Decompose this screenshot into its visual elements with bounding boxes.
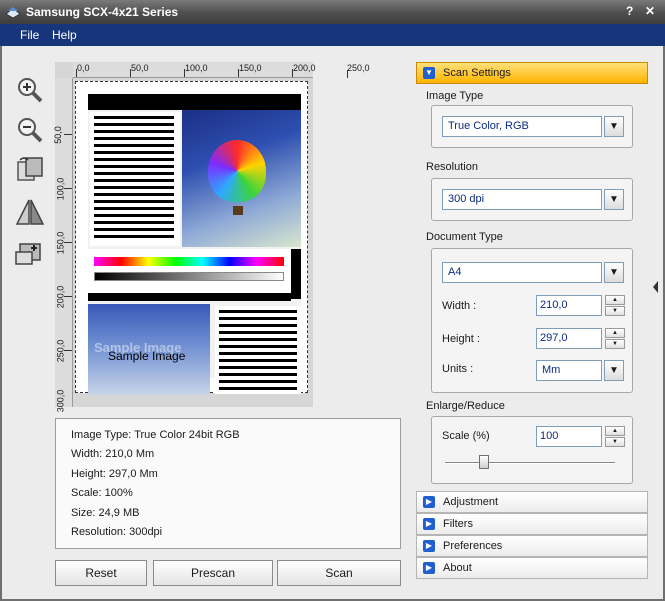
scale-label: Scale (%) — [442, 430, 490, 442]
balloon-photo — [182, 110, 301, 247]
ruler-label: 100,0 — [55, 177, 66, 201]
info-scale: Scale: 100% — [71, 487, 133, 499]
info-resolution: Resolution: 300dpi — [71, 526, 163, 538]
chevron-right-icon: ▶ — [423, 540, 435, 552]
ruler-label: 150,0 — [55, 231, 66, 255]
width-label: Width : — [442, 300, 477, 312]
close-button[interactable]: ✕ — [645, 4, 655, 18]
chevron-right-icon: ▶ — [423, 518, 435, 530]
zoom-out-icon[interactable] — [14, 114, 46, 146]
chevron-down-icon[interactable]: ▼ — [604, 116, 624, 137]
document-type-label: Document Type — [426, 231, 503, 243]
height-down-button[interactable]: ▼ — [605, 339, 625, 349]
scan-page[interactable]: Sample Image Sample Image — [75, 81, 308, 395]
ruler-label: 150,0 — [239, 63, 262, 73]
resolution-select[interactable]: 300 dpi — [442, 189, 602, 210]
color-bars — [88, 249, 301, 293]
flip-icon[interactable] — [14, 196, 46, 228]
ruler-label: 250,0 — [347, 63, 370, 73]
ruler-label: 100,0 — [185, 63, 208, 73]
height-input[interactable]: 297,0 — [536, 328, 602, 349]
settings-panel: ▼ Scan Settings Image Type True Color, R… — [416, 62, 648, 580]
document-type-select[interactable]: A4 — [442, 262, 602, 283]
enlarge-reduce-label: Enlarge/Reduce — [426, 400, 505, 412]
info-height: Height: 297,0 Mm — [71, 468, 158, 480]
scale-slider-track[interactable] — [445, 462, 615, 464]
preferences-section[interactable]: ▶ Preferences — [416, 535, 648, 557]
ruler-label: 200,0 — [293, 63, 316, 73]
ruler-label: 0,0 — [77, 63, 90, 73]
main-area: 0,0 50,0 100,0 150,0 200,0 250,0 50,0 10… — [2, 46, 663, 599]
ruler-label: 200,0 — [55, 285, 66, 309]
window-title: Samsung SCX-4x21 Series — [26, 5, 179, 19]
scale-up-button[interactable]: ▲ — [605, 426, 625, 436]
scan-settings-header[interactable]: ▼ Scan Settings — [416, 62, 648, 84]
balloon-icon — [208, 140, 266, 202]
collapse-panel-icon[interactable] — [652, 252, 660, 322]
chevron-down-icon[interactable]: ▼ — [604, 189, 624, 210]
menu-file[interactable]: File — [20, 28, 39, 42]
ruler-label: 50,0 — [131, 63, 149, 73]
help-title-button[interactable]: ? — [626, 4, 633, 18]
text-lines-block — [90, 112, 180, 246]
text-lines-block — [215, 306, 301, 394]
units-select[interactable]: Mm — [536, 360, 602, 381]
chevron-down-icon: ▼ — [423, 67, 435, 79]
filters-section[interactable]: ▶ Filters — [416, 513, 648, 535]
width-up-button[interactable]: ▲ — [605, 295, 625, 305]
ruler-label: 50,0 — [52, 126, 63, 144]
menu-help[interactable]: Help — [52, 28, 77, 42]
chevron-right-icon: ▶ — [423, 496, 435, 508]
vertical-ruler: 50,0 100,0 150,0 200,0 250,0 300,0 — [52, 78, 73, 412]
sample-image-label: Sample Image — [108, 349, 186, 363]
sky-photo: Sample Image Sample Image — [88, 304, 210, 395]
reset-button[interactable]: Reset — [55, 560, 147, 586]
width-input[interactable]: 210,0 — [536, 295, 602, 316]
image-type-select[interactable]: True Color, RGB — [442, 116, 602, 137]
image-info-panel: Image Type: True Color 24bit RGB Width: … — [55, 418, 401, 549]
info-image-type: Image Type: True Color 24bit RGB — [71, 429, 240, 441]
scale-input[interactable]: 100 — [536, 426, 602, 447]
adjustment-section[interactable]: ▶ Adjustment — [416, 491, 648, 513]
chevron-right-icon: ▶ — [423, 562, 435, 574]
ruler-label: 300,0 — [55, 389, 66, 413]
width-down-button[interactable]: ▼ — [605, 306, 625, 316]
scale-slider-thumb[interactable] — [479, 455, 489, 469]
scan-button[interactable]: Scan — [277, 560, 401, 586]
ruler-label: 250,0 — [55, 339, 66, 363]
resolution-label: Resolution — [426, 161, 478, 173]
info-width: Width: 210,0 Mm — [71, 448, 155, 460]
height-up-button[interactable]: ▲ — [605, 328, 625, 338]
about-section[interactable]: ▶ About — [416, 557, 648, 579]
height-label: Height : — [442, 333, 480, 345]
sample-image: Sample Image Sample Image — [88, 94, 301, 395]
crop-icon[interactable] — [14, 238, 46, 270]
image-type-label: Image Type — [426, 90, 484, 102]
units-label: Units : — [442, 363, 474, 375]
info-size: Size: 24,9 MB — [71, 507, 140, 519]
chevron-down-icon[interactable]: ▼ — [604, 360, 624, 381]
rotate-icon[interactable] — [14, 154, 46, 186]
scale-down-button[interactable]: ▼ — [605, 437, 625, 447]
zoom-in-icon[interactable] — [14, 74, 46, 106]
menu-bar: File Help — [0, 24, 665, 46]
chevron-down-icon[interactable]: ▼ — [604, 262, 624, 283]
title-bar: Samsung SCX-4x21 Series ? ✕ — [0, 0, 665, 24]
horizontal-ruler: 0,0 50,0 100,0 150,0 200,0 — [73, 62, 316, 78]
prescan-button[interactable]: Prescan — [153, 560, 273, 586]
app-icon — [5, 7, 21, 19]
